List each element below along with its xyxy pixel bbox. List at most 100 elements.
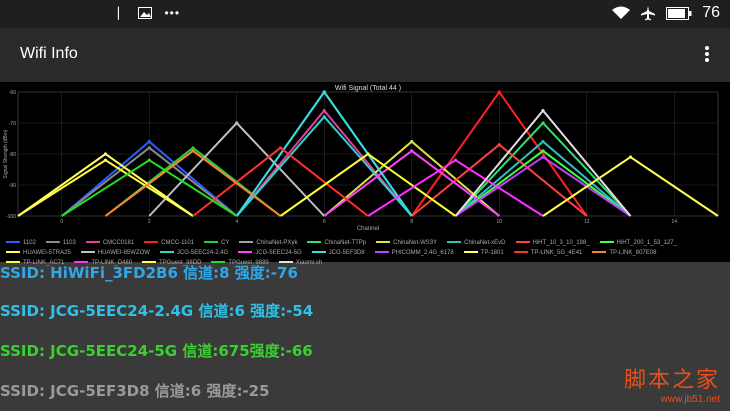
legend-swatch xyxy=(80,251,95,254)
legend-label: CMCC0181 xyxy=(102,240,135,246)
legend-item: JCG-5EEC24-5G xyxy=(238,248,302,258)
series-peak-point xyxy=(191,146,195,150)
battery-icon xyxy=(666,6,692,20)
y-tick-label: -60 xyxy=(9,90,16,96)
legend-label: TP-1801 xyxy=(480,250,504,256)
airplane-icon xyxy=(641,6,656,21)
app-bar: Wifi Info xyxy=(0,28,730,82)
legend-item: HUAWEI-5TRA25 xyxy=(6,248,71,258)
legend-item: TP-LINK_5G_4E41 xyxy=(513,248,583,258)
legend-label: ChinaNet-xEvD xyxy=(464,240,506,246)
chart-title: Wifi Signal (Total 44 ) xyxy=(335,85,401,92)
legend-item: JCG-5EF3D8 xyxy=(311,248,365,258)
legend-item: CY xyxy=(204,238,229,248)
legend-swatch xyxy=(513,251,528,254)
legend-item: TP-LINK_807E08 xyxy=(592,248,656,258)
x-tick-label: 8 xyxy=(410,219,413,225)
chart-legend: 1102 1103 CMCC0181 CMCC-1101 CY ChinaNet-PXyk… xyxy=(6,238,724,266)
legend-label: JCG-5EEC24-2.4G xyxy=(176,250,229,256)
app-title: Wifi Info xyxy=(20,45,78,62)
watermark-brand: 脚本之家 xyxy=(623,368,720,393)
legend-label: ChinaNet-PXyk xyxy=(256,240,298,246)
legend-label: HUAWEI-85WZOW xyxy=(97,250,150,256)
legend-swatch xyxy=(85,241,100,244)
x-tick-label: 14 xyxy=(671,219,677,225)
series-peak-point xyxy=(410,140,414,144)
x-tick-label: 10 xyxy=(496,219,502,225)
legend-item: CMCC0181 xyxy=(85,238,135,248)
legend-swatch xyxy=(515,241,530,244)
y-tick-label: -90 xyxy=(9,183,16,189)
series-peak-point xyxy=(541,140,545,144)
legend-item: ChinaNet-PXyk xyxy=(239,238,297,248)
status-bar: ▏ ••• 76 xyxy=(0,0,730,28)
series-peak-point xyxy=(366,152,370,156)
watermark-url: www.jb51.net xyxy=(660,394,720,405)
legend-swatch xyxy=(311,251,326,254)
legend-label: HiHT_200_1_53_127_ xyxy=(616,240,677,246)
legend-item: JCG-5EEC24-2.4G xyxy=(159,248,229,258)
legend-swatch xyxy=(204,241,219,244)
x-tick-label: 12 xyxy=(584,219,590,225)
series-peak-point xyxy=(497,90,501,94)
series-peak-point xyxy=(322,115,326,119)
legend-label: TP-LINK_807E08 xyxy=(609,250,657,256)
ssid-row: SSID: HiWiFi_3FD2B6 信道:8 强度:-76 xyxy=(0,264,298,282)
legend-swatch xyxy=(376,241,391,244)
ssid-row: SSID: JCG-5EEC24-5G 信道:675强度:-66 xyxy=(0,342,313,360)
ssid-row: SSID: JCG-5EEC24-2.4G 信道:6 强度:-54 xyxy=(0,302,314,320)
legend-swatch xyxy=(239,241,254,244)
legend-swatch xyxy=(447,241,462,244)
legend-label: TP-LINK_5G_4E41 xyxy=(530,250,583,256)
legend-swatch xyxy=(599,241,614,244)
x-tick-label: 6 xyxy=(323,219,326,225)
series-peak-point xyxy=(147,158,151,162)
x-tick-label: 4 xyxy=(235,219,238,225)
legend-label: ChinaNet-WS3Y xyxy=(393,240,438,246)
legend-label: JCG-5EF3D8 xyxy=(328,250,365,256)
legend-label: CMCC-1101 xyxy=(161,240,195,246)
notification-icon: ▏ xyxy=(118,7,127,20)
legend-item: ChinaNet-xEvD xyxy=(447,238,506,248)
y-tick-label: -80 xyxy=(9,152,16,158)
legend-swatch xyxy=(463,251,478,254)
legend-swatch xyxy=(144,241,159,244)
series-peak-point xyxy=(147,146,151,150)
legend-swatch xyxy=(159,251,174,254)
wifi-icon xyxy=(612,6,631,19)
status-left-icons: ▏ ••• xyxy=(118,6,180,20)
legend-label: ChinaNet-TTPp xyxy=(324,240,367,246)
more-dots-icon: ••• xyxy=(164,6,181,20)
legend-item: HUAWEI-85WZOW xyxy=(80,248,150,258)
legend-item: TP-1801 xyxy=(463,248,504,258)
legend-item: ChinaNet-TTPp xyxy=(307,238,366,248)
battery-level: 76 xyxy=(702,4,720,21)
legend-label: 1102 xyxy=(23,240,36,246)
image-icon xyxy=(138,7,153,19)
series-peak-point xyxy=(322,109,326,113)
series-peak-point xyxy=(453,158,458,162)
legend-item: 1102 xyxy=(6,238,36,248)
y-tick-label: -70 xyxy=(9,121,16,127)
series-peak-point xyxy=(541,149,545,153)
legend-item: HiHT_10_3_10_198_ xyxy=(515,238,590,248)
series-peak-point xyxy=(103,158,108,162)
legend-swatch xyxy=(238,251,253,254)
series-peak-point xyxy=(497,143,501,147)
x-tick-label: 2 xyxy=(148,219,151,225)
series-peak-point xyxy=(410,149,414,153)
y-axis-label: Signal Strength (dBm) xyxy=(3,129,9,179)
series-peak-point xyxy=(322,90,326,94)
series-peak-point xyxy=(235,121,239,125)
legend-label: PHICOMM_2.4G_6178 xyxy=(391,250,454,256)
x-axis-label: Channel xyxy=(357,226,379,232)
y-tick-label: -100 xyxy=(6,214,16,220)
series-peak-point xyxy=(103,152,108,156)
series-peak-point xyxy=(191,149,195,153)
overflow-menu-icon[interactable] xyxy=(702,44,712,66)
status-right-icons: 76 xyxy=(612,4,720,22)
x-tick-label: 0 xyxy=(60,219,63,225)
legend-item: HiHT_200_1_53_127_ xyxy=(599,238,677,248)
legend-label: CY xyxy=(221,240,230,246)
legend-label: JCG-5EEC24-5G xyxy=(255,250,302,256)
